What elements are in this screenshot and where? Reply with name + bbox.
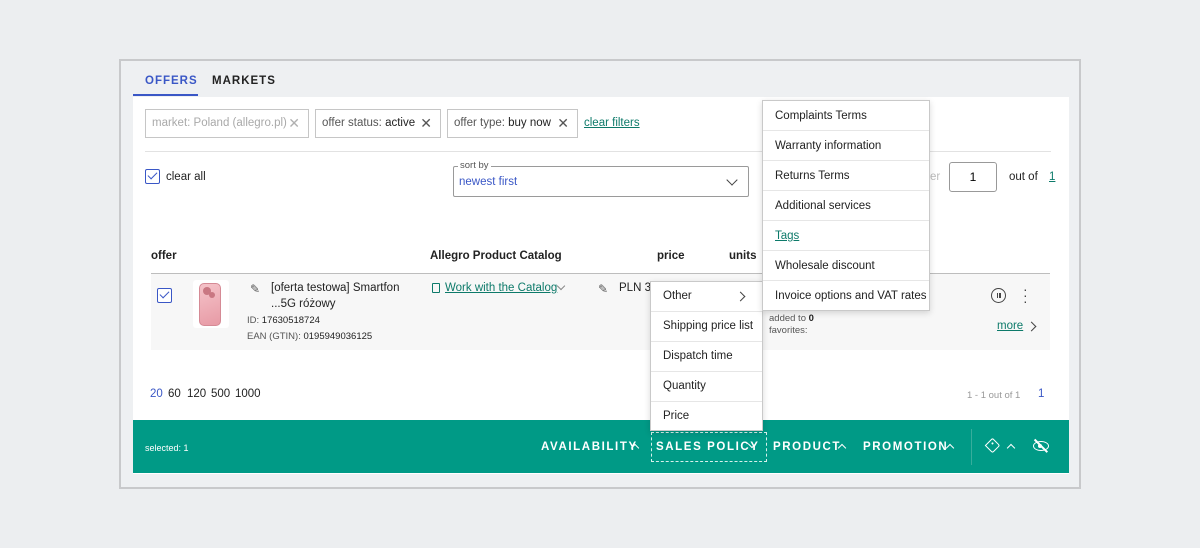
submenu-item-label: Complaints Terms (775, 110, 867, 122)
phone-camera (203, 287, 211, 295)
filter-chip-status[interactable]: offer status: active ✕ (315, 109, 441, 138)
menu-item-dispatch-label: Dispatch time (663, 350, 733, 362)
column-header-units[interactable]: units (729, 250, 756, 262)
offer-ean-value: 0195949036125 (303, 331, 373, 342)
bottom-bar-divider (971, 429, 972, 465)
work-with-catalog-link[interactable]: Work with the Catalog (445, 282, 557, 294)
pause-icon[interactable] (991, 288, 1006, 303)
favorites-label: favorites: (769, 325, 808, 336)
offer-id-value: 17630518724 (261, 315, 320, 326)
filter-chip-status-key: offer status: (322, 117, 382, 129)
pencil-icon[interactable]: ✎ (250, 282, 260, 296)
per-page-60[interactable]: 60 (168, 388, 181, 400)
menu-item-quantity-label: Quantity (663, 380, 706, 392)
filter-chip-type-value: buy now (508, 117, 551, 129)
menu-item-dispatch-time[interactable]: Dispatch time (651, 342, 762, 372)
offer-title-line2[interactable]: ...5G różowy (271, 298, 336, 310)
added-to-label: added to (769, 313, 806, 324)
offer-ean: EAN (GTIN): 0195949036125 (247, 331, 372, 342)
product-button[interactable]: PRODUCT (773, 441, 841, 453)
submenu-item-additional-services[interactable]: Additional services (763, 191, 929, 221)
menu-item-other-label: Other (663, 290, 692, 302)
menu-item-price[interactable]: Price (651, 402, 762, 431)
menu-item-quantity[interactable]: Quantity (651, 372, 762, 402)
pencil-icon[interactable]: ✎ (598, 282, 608, 296)
sales-policy-menu: Other Shipping price list Dispatch time … (650, 281, 763, 431)
per-page-20[interactable]: 20 (150, 388, 163, 400)
submenu-item-label: Wholesale discount (775, 260, 875, 272)
pagination-current-page[interactable]: 1 (1038, 388, 1044, 400)
per-page-1000[interactable]: 1000 (235, 388, 261, 400)
more-link[interactable]: more (997, 320, 1023, 332)
close-icon[interactable]: ✕ (420, 110, 432, 137)
tab-offers[interactable]: OFFERS (145, 75, 198, 87)
menu-item-price-label: Price (663, 410, 690, 422)
submenu-item-label: Returns Terms (775, 170, 850, 182)
submenu-item-invoice-options[interactable]: Invoice options and VAT rates (763, 281, 929, 311)
column-header-catalog: Allegro Product Catalog (430, 250, 562, 262)
submenu-item-label: Invoice options and VAT rates (775, 290, 927, 302)
close-icon: ✕ (288, 115, 300, 131)
per-page-500[interactable]: 500 (211, 388, 230, 400)
submenu-item-label: Warranty information (775, 140, 882, 152)
kebab-icon[interactable]: · · · (1023, 282, 1028, 308)
tab-markets[interactable]: MARKETS (212, 75, 276, 87)
filter-chip-type-key: offer type: (454, 117, 505, 129)
filter-chip-market-label: market: Poland (allegro.pl) (152, 117, 287, 129)
added-to-value: 0 (808, 313, 814, 324)
per-page-120[interactable]: 120 (187, 388, 206, 400)
sort-value: newest first (459, 176, 518, 188)
page-number-input[interactable] (949, 162, 997, 192)
column-header-offer: offer (151, 250, 177, 262)
availability-button[interactable]: AVAILABILITY (541, 441, 638, 453)
offer-title-line1[interactable]: [oferta testowa] Smartfon (271, 282, 399, 294)
close-icon[interactable]: ✕ (557, 110, 569, 137)
added-to-favorites: added to 0 (769, 313, 814, 324)
filter-chip-status-value: active (385, 117, 416, 129)
submenu-item-label: Tags (775, 230, 800, 242)
offer-ean-label: EAN (GTIN): (247, 331, 301, 342)
menu-item-other[interactable]: Other (651, 282, 762, 312)
out-of-label: out of (1009, 171, 1038, 183)
submenu-item-complaints-terms[interactable]: Complaints Terms (763, 101, 929, 131)
column-header-price[interactable]: price (657, 250, 685, 262)
menu-item-shipping-label: Shipping price list (663, 320, 754, 332)
row-checkbox[interactable] (157, 288, 172, 303)
document-icon (432, 283, 440, 293)
offer-id-label: ID: (247, 315, 260, 326)
active-tab-indicator (133, 94, 198, 96)
sales-policy-button[interactable]: SALES POLICY (656, 441, 760, 453)
submenu-item-returns-terms[interactable]: Returns Terms (763, 161, 929, 191)
submenu-item-tags[interactable]: Tags (763, 221, 929, 251)
offer-price: PLN 3, (619, 282, 655, 294)
other-submenu: Complaints Terms Warranty information Re… (762, 100, 930, 311)
clear-all-label[interactable]: clear all (166, 171, 206, 183)
clear-filters-link[interactable]: clear filters (584, 117, 640, 129)
sort-label: sort by (458, 160, 491, 171)
eye-off-icon[interactable] (1033, 441, 1049, 451)
submenu-item-warranty-information[interactable]: Warranty information (763, 131, 929, 161)
menu-item-shipping-price-list[interactable]: Shipping price list (651, 312, 762, 342)
pagination-info: 1 - 1 out of 1 (967, 390, 1021, 401)
chevron-right-icon (735, 291, 746, 302)
offer-id: ID: 17630518724 (247, 315, 320, 326)
promotion-button[interactable]: PROMOTION (863, 441, 948, 453)
select-all-checkbox[interactable] (145, 169, 160, 184)
page-total-link[interactable]: 1 (1049, 171, 1055, 183)
filter-chip-type[interactable]: offer type: buy now ✕ (447, 109, 578, 138)
page-label-partial: er (930, 171, 941, 183)
submenu-item-wholesale-discount[interactable]: Wholesale discount (763, 251, 929, 281)
selected-count: selected: 1 (145, 443, 189, 453)
submenu-item-label: Additional services (775, 200, 871, 212)
filter-chip-market: market: Poland (allegro.pl) ✕ (145, 109, 309, 138)
